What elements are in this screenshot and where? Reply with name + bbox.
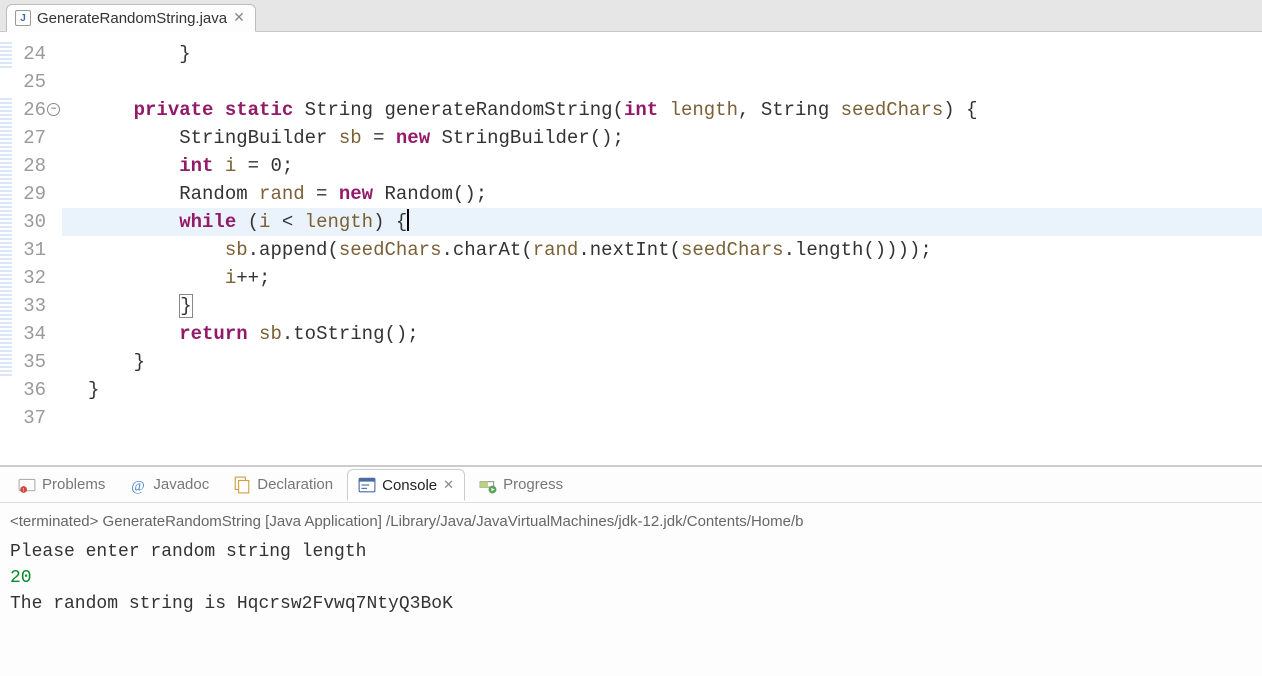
tab-label: Progress <box>503 476 563 493</box>
change-marker <box>0 292 12 320</box>
code-line[interactable] <box>62 404 1262 432</box>
code-line[interactable]: } <box>62 376 1262 404</box>
line-number: 35 <box>0 348 58 376</box>
code-line[interactable] <box>62 68 1262 96</box>
code-line[interactable]: sb.append(seedChars.charAt(rand.nextInt(… <box>62 236 1262 264</box>
tab-label: Console <box>382 477 437 494</box>
editor-tab-label: GenerateRandomString.java <box>37 10 227 27</box>
console-output-line: Please enter random string length <box>10 539 1252 565</box>
problems-icon: ! <box>18 476 36 494</box>
code-content[interactable]: } private static String generateRandomSt… <box>62 40 1262 465</box>
tab-javadoc[interactable]: @ Javadoc <box>119 472 219 498</box>
code-line[interactable]: while (i < length) { <box>62 208 1262 236</box>
line-number: 31 <box>0 236 58 264</box>
line-number: 36 <box>0 376 58 404</box>
code-line[interactable]: i++; <box>62 264 1262 292</box>
line-number: 24 <box>0 40 58 68</box>
change-marker <box>0 264 12 292</box>
change-marker <box>0 320 12 348</box>
tab-label: Problems <box>42 476 105 493</box>
change-marker <box>0 208 12 236</box>
code-line[interactable]: Random rand = new Random(); <box>62 180 1262 208</box>
line-number: 26 <box>0 96 58 124</box>
line-number: 28 <box>0 152 58 180</box>
code-line[interactable]: private static String generateRandomStri… <box>62 96 1262 124</box>
line-number: 34 <box>0 320 58 348</box>
change-marker <box>0 96 12 124</box>
change-marker <box>0 180 12 208</box>
tab-problems[interactable]: ! Problems <box>8 472 115 498</box>
bottom-panel: ! Problems @ Javadoc Declaration <box>0 466 1262 676</box>
svg-text:@: @ <box>132 478 145 493</box>
console-status: <terminated> GenerateRandomString [Java … <box>10 509 1252 535</box>
tab-label: Declaration <box>257 476 333 493</box>
code-editor[interactable]: 2425262728293031323334353637 } private s… <box>0 32 1262 466</box>
line-number: 25 <box>0 68 58 96</box>
line-number: 30 <box>0 208 58 236</box>
code-line[interactable]: StringBuilder sb = new StringBuilder(); <box>62 124 1262 152</box>
code-line[interactable]: int i = 0; <box>62 152 1262 180</box>
line-gutter: 2425262728293031323334353637 <box>0 40 62 465</box>
console-output-line: The random string is Hqcrsw2Fvwq7NtyQ3Bo… <box>10 591 1252 617</box>
tab-progress[interactable]: Progress <box>469 472 573 498</box>
editor-tabbar: GenerateRandomString.java ✕ <box>0 0 1262 32</box>
code-line[interactable]: } <box>62 40 1262 68</box>
line-number: 27 <box>0 124 58 152</box>
java-file-icon <box>15 10 31 26</box>
change-marker <box>0 40 12 68</box>
code-line[interactable]: return sb.toString(); <box>62 320 1262 348</box>
console-output: Please enter random string length20The r… <box>10 539 1252 617</box>
fold-toggle-icon[interactable] <box>47 103 60 116</box>
code-line[interactable]: } <box>62 292 1262 320</box>
change-marker <box>0 348 12 376</box>
change-marker <box>0 236 12 264</box>
code-line[interactable]: } <box>62 348 1262 376</box>
line-number: 33 <box>0 292 58 320</box>
tab-label: Javadoc <box>153 476 209 493</box>
progress-icon <box>479 476 497 494</box>
console-icon <box>358 476 376 494</box>
tab-console[interactable]: Console ✕ <box>347 469 465 501</box>
line-number: 29 <box>0 180 58 208</box>
line-number: 32 <box>0 264 58 292</box>
close-icon[interactable]: ✕ <box>443 477 454 493</box>
editor-tab[interactable]: GenerateRandomString.java ✕ <box>6 4 256 32</box>
close-icon[interactable]: ✕ <box>233 10 245 27</box>
tab-declaration[interactable]: Declaration <box>223 472 343 498</box>
declaration-icon <box>233 476 251 494</box>
javadoc-icon: @ <box>129 476 147 494</box>
change-marker <box>0 124 12 152</box>
console-input-line: 20 <box>10 565 1252 591</box>
console-body[interactable]: <terminated> GenerateRandomString [Java … <box>0 503 1262 676</box>
bottom-tabbar: ! Problems @ Javadoc Declaration <box>0 467 1262 503</box>
change-marker <box>0 152 12 180</box>
line-number: 37 <box>0 404 58 432</box>
